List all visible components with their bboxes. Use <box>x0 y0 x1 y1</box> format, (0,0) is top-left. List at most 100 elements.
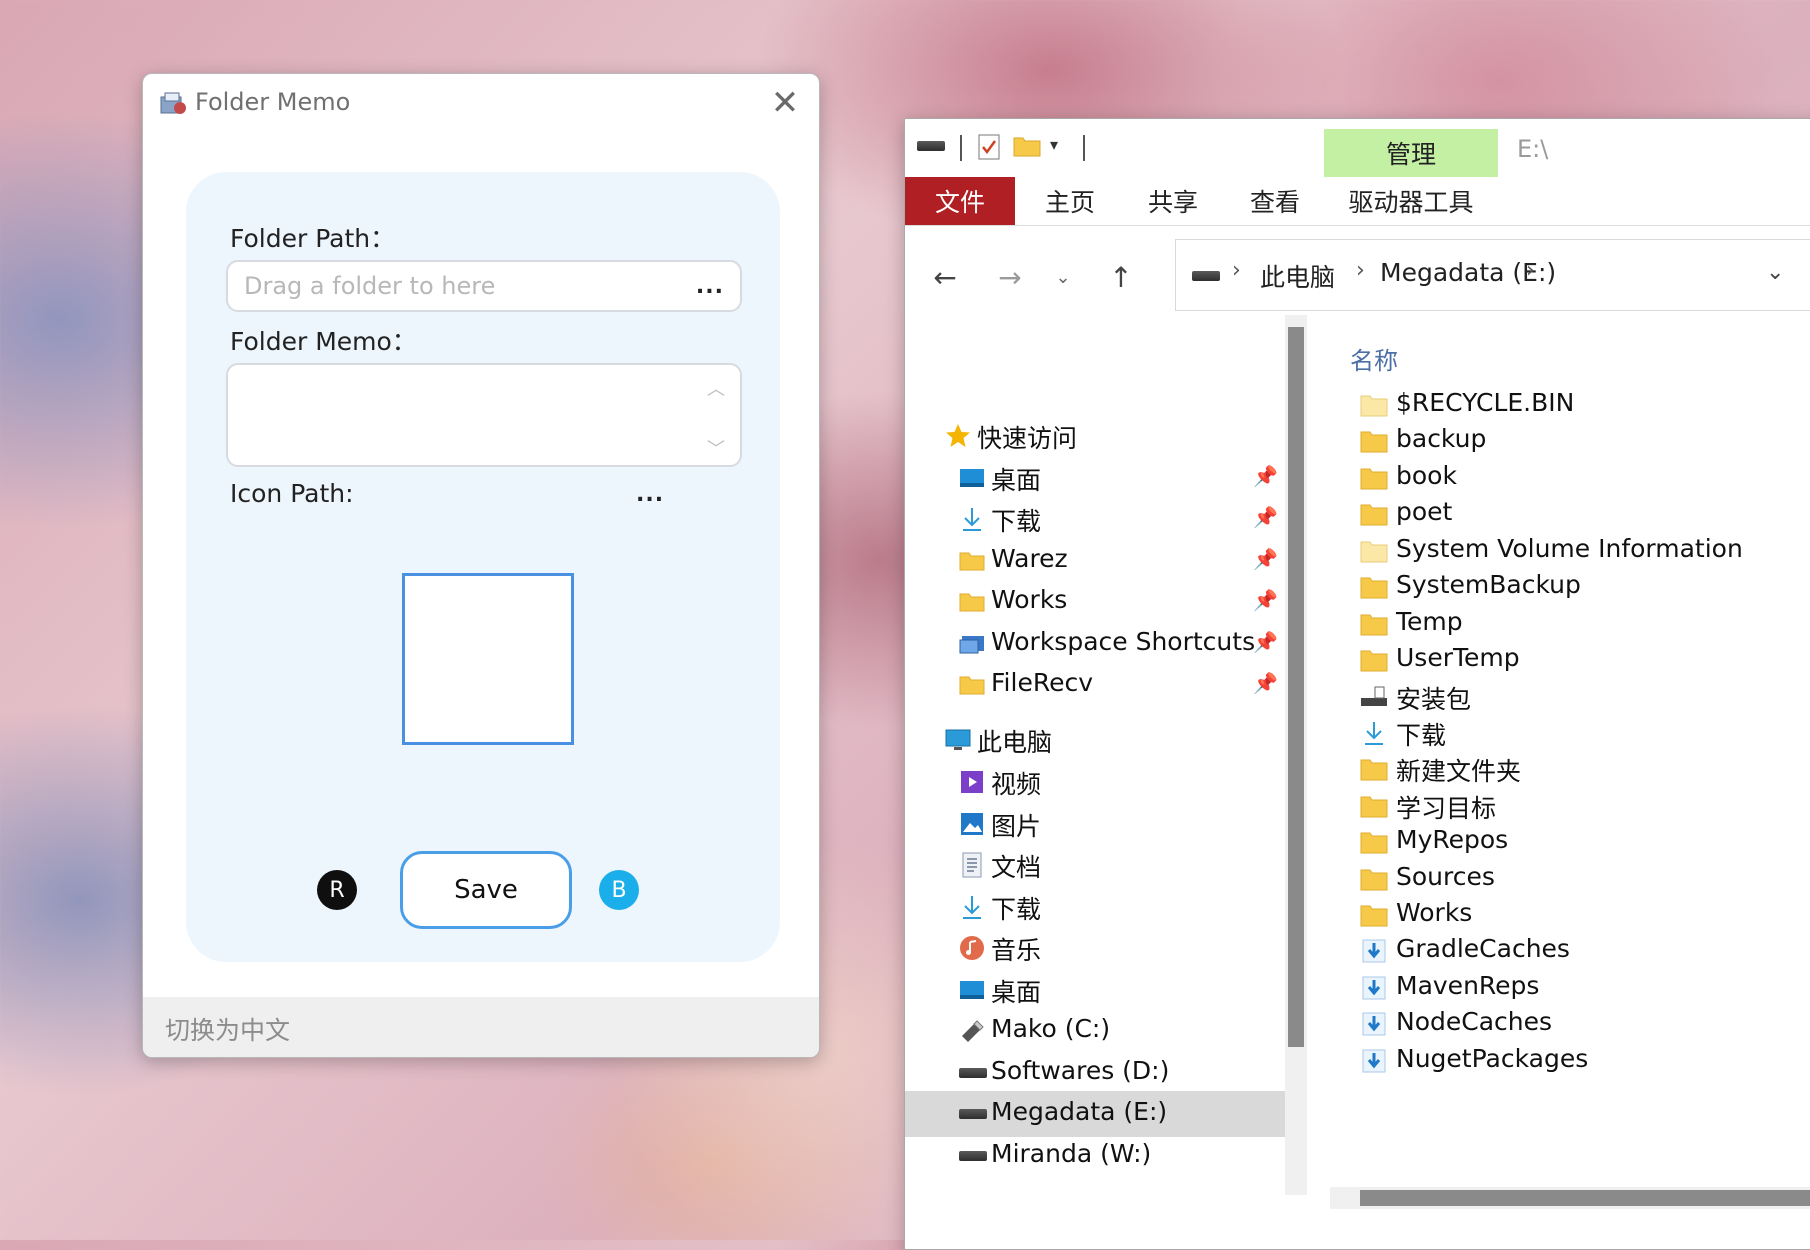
nav-item-desktop[interactable]: 桌面 📌 <box>905 455 1285 501</box>
drive-folder-icon <box>1361 686 1387 706</box>
file-name: NugetPackages <box>1396 1044 1589 1073</box>
list-item[interactable]: backup <box>1330 421 1810 461</box>
title-bar[interactable]: Folder Memo ✕ <box>143 74 819 132</box>
folder-memo-label: Folder Memo： <box>230 327 417 356</box>
pin-icon[interactable]: 📌 <box>1253 547 1278 571</box>
list-item[interactable]: 新建文件夹 <box>1330 749 1810 789</box>
folder-icon <box>1360 869 1388 891</box>
list-item[interactable]: 下载 <box>1330 713 1810 753</box>
scroll-down-icon[interactable]: ﹀ <box>706 435 726 460</box>
nav-label: FileRecv <box>991 668 1094 697</box>
list-item[interactable]: GradleCaches <box>1330 931 1810 971</box>
breadcrumb-this-pc[interactable]: 此电脑 <box>1260 258 1335 294</box>
list-item[interactable]: Sources <box>1330 859 1810 899</box>
pin-icon[interactable]: 📌 <box>1253 630 1278 654</box>
list-item[interactable]: UserTemp <box>1330 640 1810 680</box>
list-item[interactable]: NugetPackages <box>1330 1041 1810 1081</box>
recent-locations-chevron-icon[interactable]: ⌄ <box>1043 257 1083 297</box>
nav-this-pc[interactable]: 此电脑 <box>905 717 1285 763</box>
scrollbar-thumb[interactable] <box>1360 1190 1810 1206</box>
file-name: SystemBackup <box>1396 570 1581 599</box>
file-list-horizontal-scrollbar[interactable] <box>1330 1187 1810 1209</box>
b-badge[interactable]: B <box>599 870 639 910</box>
pin-icon[interactable]: 📌 <box>1253 671 1278 695</box>
file-name: Works <box>1396 898 1473 927</box>
list-item[interactable]: MyRepos <box>1330 822 1810 862</box>
list-item[interactable]: Works <box>1330 895 1810 935</box>
save-button[interactable]: Save <box>400 851 572 929</box>
nav-item-drive-c[interactable]: Mako (C:) <box>905 1008 1285 1054</box>
nav-scrollbar[interactable] <box>1285 315 1307 1195</box>
close-icon[interactable]: ✕ <box>767 86 803 122</box>
file-name: poet <box>1396 497 1453 526</box>
list-item[interactable]: NodeCaches <box>1330 1004 1810 1044</box>
browse-folder-button[interactable]: ... <box>696 274 724 299</box>
list-item[interactable]: Temp <box>1330 604 1810 644</box>
nav-item-drive-d[interactable]: Softwares (D:) <box>905 1050 1285 1096</box>
forward-arrow-icon[interactable]: → <box>990 257 1030 297</box>
tab-view[interactable]: 查看 <box>1225 177 1325 225</box>
list-item[interactable]: 学习目标 <box>1330 786 1810 826</box>
tab-file[interactable]: 文件 <box>905 177 1015 225</box>
scroll-up-icon[interactable]: ︿ <box>706 375 726 400</box>
folder-memo-textarea[interactable]: ︿ ﹀ <box>226 363 742 467</box>
up-arrow-icon[interactable]: ↑ <box>1101 257 1141 297</box>
desktop-icon <box>960 469 984 487</box>
nav-label: Workspace Shortcuts <box>991 627 1256 656</box>
list-item[interactable]: book <box>1330 458 1810 498</box>
list-item[interactable]: System Volume Information <box>1330 531 1810 571</box>
nav-item-drive-w[interactable]: Miranda (W:) <box>905 1133 1285 1179</box>
nav-label: 此电脑 <box>977 728 1053 757</box>
nav-item-documents[interactable]: 文档 <box>905 842 1285 888</box>
language-toggle-link[interactable]: 切换为中文 <box>165 1011 290 1047</box>
icon-path-label: Icon Path: <box>230 479 354 508</box>
nav-item-downloads[interactable]: 下载 📌 <box>905 496 1285 542</box>
customize-dropdown-icon[interactable]: ▾ <box>1050 135 1058 154</box>
nav-item-works[interactable]: Works 📌 <box>905 579 1285 625</box>
pin-icon[interactable]: 📌 <box>1253 505 1278 529</box>
usb-drive-icon <box>962 1020 984 1042</box>
r-badge[interactable]: R <box>317 870 357 910</box>
list-item[interactable]: SystemBackup <box>1330 567 1810 607</box>
list-item[interactable]: MavenReps <box>1330 968 1810 1008</box>
tab-home[interactable]: 主页 <box>1020 177 1120 225</box>
pin-icon[interactable]: 📌 <box>1253 588 1278 612</box>
list-item[interactable]: poet <box>1330 494 1810 534</box>
nav-item-filerecv[interactable]: FileRecv 📌 <box>905 662 1285 708</box>
drive-icon <box>1192 271 1220 281</box>
browse-icon-button[interactable]: ... <box>636 482 664 507</box>
file-name: MyRepos <box>1396 825 1509 854</box>
properties-icon[interactable] <box>977 133 1001 161</box>
nav-item-downloads-pc[interactable]: 下载 <box>905 884 1285 930</box>
nav-item-drive-e[interactable]: Megadata (E:) <box>905 1091 1285 1137</box>
folder-icon <box>1360 504 1388 526</box>
address-history-chevron-icon[interactable]: ⌄ <box>1766 260 1784 285</box>
tab-manage[interactable]: 管理 <box>1324 129 1498 177</box>
icon-preview[interactable] <box>402 573 574 745</box>
nav-item-workspace-shortcuts[interactable]: Workspace Shortcuts 📌 <box>905 621 1285 667</box>
folder-icon <box>1360 650 1388 672</box>
nav-label: 桌面 <box>991 978 1042 1007</box>
nav-item-warez[interactable]: Warez 📌 <box>905 538 1285 584</box>
scrollbar-thumb[interactable] <box>1288 327 1304 1047</box>
nav-item-desktop-pc[interactable]: 桌面 <box>905 967 1285 1013</box>
pin-icon[interactable]: 📌 <box>1253 464 1278 488</box>
list-item[interactable]: 安装包 <box>1330 677 1810 717</box>
folder-memo-window: Folder Memo ✕ Folder Path： Drag a folder… <box>142 73 820 1058</box>
tab-drive-tools[interactable]: 驱动器工具 <box>1324 177 1498 225</box>
address-bar[interactable]: › 此电脑 › Megadata (E:) › ⌄ <box>1175 239 1810 311</box>
folder-icon <box>1360 577 1388 599</box>
nav-item-pictures[interactable]: 图片 <box>905 801 1285 847</box>
nav-quick-access[interactable]: 快速访问 <box>905 413 1285 459</box>
back-arrow-icon[interactable]: ← <box>925 257 965 297</box>
nav-item-videos[interactable]: 视频 <box>905 759 1285 805</box>
folder-icon <box>1360 614 1388 636</box>
list-item[interactable]: $RECYCLE.BIN <box>1330 385 1810 425</box>
video-icon <box>961 771 983 793</box>
nav-label: Warez <box>991 544 1068 573</box>
folder-path-input[interactable]: Drag a folder to here ... <box>226 260 742 312</box>
new-folder-icon[interactable] <box>1013 135 1041 157</box>
tab-share[interactable]: 共享 <box>1123 177 1223 225</box>
nav-item-music[interactable]: 音乐 <box>905 925 1285 971</box>
column-header-name[interactable]: 名称 <box>1350 341 1398 376</box>
